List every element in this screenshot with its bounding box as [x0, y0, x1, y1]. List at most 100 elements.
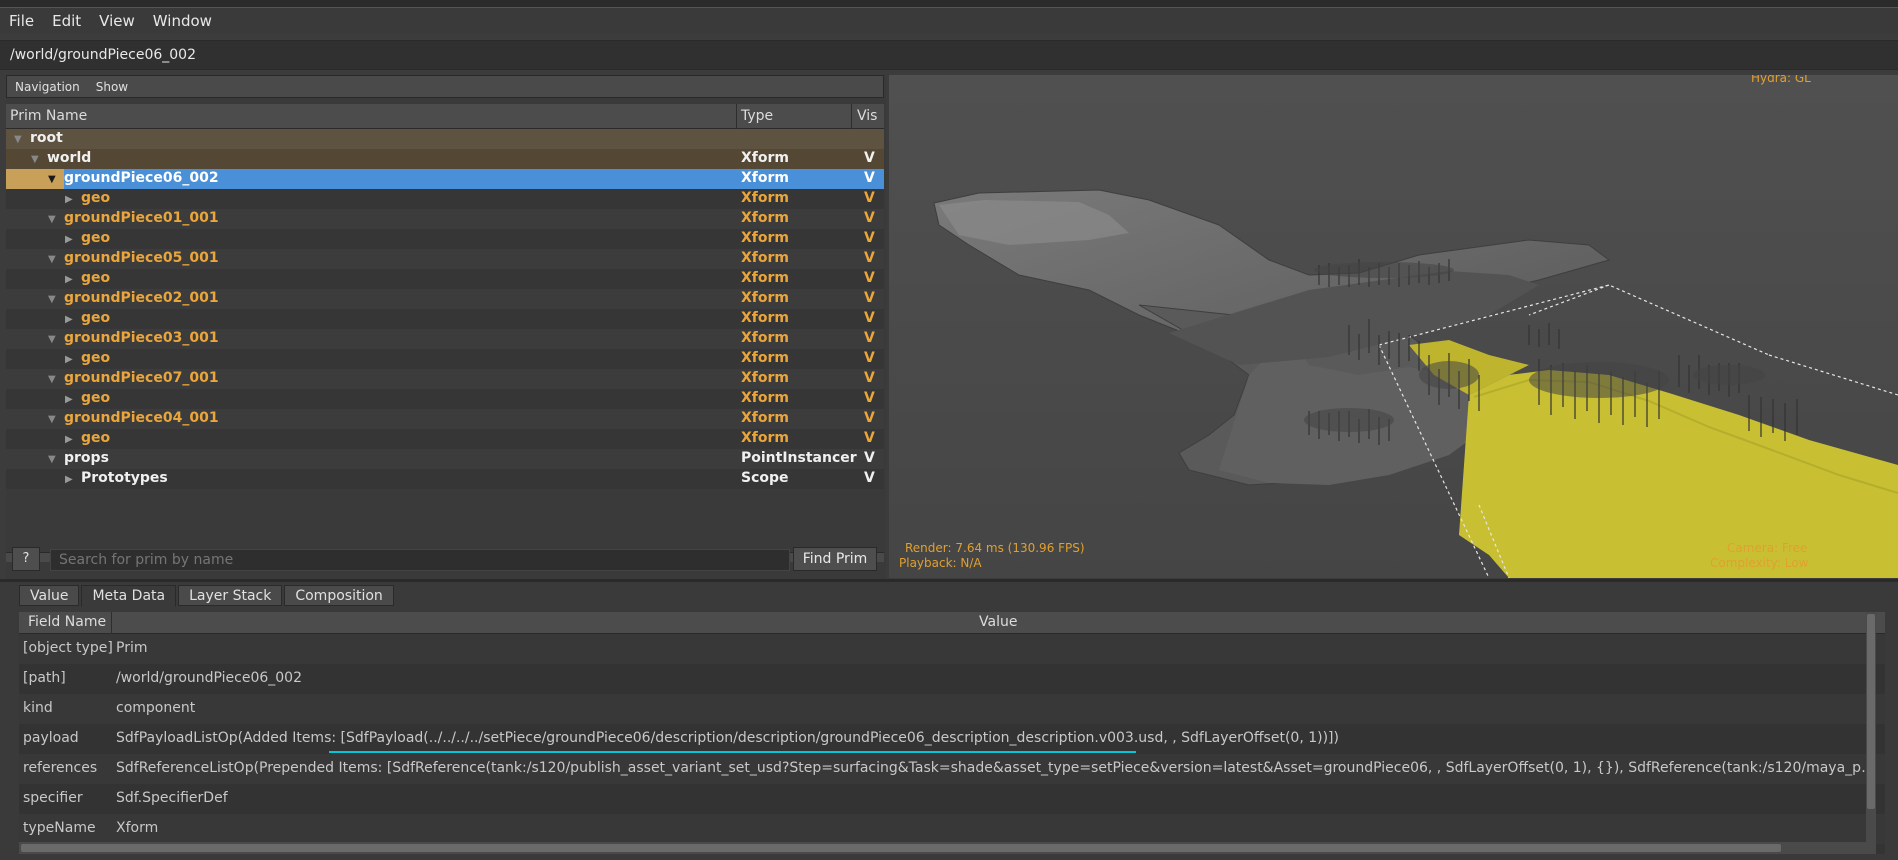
prim-visibility-toggle[interactable]: V	[864, 390, 875, 406]
prim-name: groundPiece01_001	[64, 210, 219, 226]
prim-visibility-toggle[interactable]: V	[864, 470, 875, 486]
expand-arrow-icon[interactable]: ▶	[65, 314, 73, 325]
prim-tree-row[interactable]: ▶ geo Xform V	[6, 429, 884, 449]
prim-type: Xform	[741, 170, 789, 186]
expand-arrow-icon[interactable]: ▶	[65, 274, 73, 285]
column-prim-name[interactable]: Prim Name	[10, 108, 87, 124]
prim-tree-row[interactable]: ▶ geo Xform V	[6, 229, 884, 249]
prim-tree-row[interactable]: ▶ geo Xform V	[6, 309, 884, 329]
metadata-field-name: [object type]	[23, 640, 113, 656]
prim-tree-row[interactable]: ▼ groundPiece05_001 Xform V	[6, 249, 884, 269]
prim-tree-row[interactable]: ▼ groundPiece02_001 Xform V	[6, 289, 884, 309]
scene-render	[889, 75, 1898, 578]
menu-view[interactable]: View	[90, 12, 144, 30]
prim-visibility-toggle[interactable]: V	[864, 290, 875, 306]
prim-tree-row[interactable]: ▶ Prototypes Scope V	[6, 469, 884, 489]
renderer-label: Hydra: GL	[1751, 75, 1811, 85]
menu-file[interactable]: File	[0, 12, 43, 30]
expand-arrow-icon[interactable]: ▶	[65, 354, 73, 365]
collapse-arrow-icon[interactable]: ▼	[48, 454, 56, 465]
expand-arrow-icon[interactable]: ▶	[65, 474, 73, 485]
prim-tree-row[interactable]: ▼ root	[6, 129, 884, 149]
prim-visibility-toggle[interactable]: V	[864, 450, 875, 466]
prim-visibility-toggle[interactable]: V	[864, 230, 875, 246]
metadata-vscroll-thumb[interactable]	[1867, 614, 1875, 809]
metadata-hscroll-thumb[interactable]	[21, 844, 1781, 852]
prim-tree-row[interactable]: ▼ groundPiece07_001 Xform V	[6, 369, 884, 389]
prim-visibility-toggle[interactable]: V	[864, 370, 875, 386]
prim-type: Xform	[741, 350, 789, 366]
prim-tree-row[interactable]: ▼ props PointInstancer V	[6, 449, 884, 469]
collapse-arrow-icon[interactable]: ▼	[48, 174, 56, 185]
prim-tree-row[interactable]: ▶ geo Xform V	[6, 269, 884, 289]
metadata-vscrollbar[interactable]	[1866, 612, 1876, 854]
collapse-arrow-icon[interactable]: ▼	[31, 154, 39, 165]
prim-path-field[interactable]: /world/groundPiece06_002	[0, 40, 1898, 70]
collapse-arrow-icon[interactable]: ▼	[48, 414, 56, 425]
prim-visibility-toggle[interactable]: V	[864, 150, 875, 166]
prim-tree-row[interactable]: ▼ groundPiece01_001 Xform V	[6, 209, 884, 229]
collapse-arrow-icon[interactable]: ▼	[48, 374, 56, 385]
prim-type: Scope	[741, 470, 789, 486]
prim-tree-row[interactable]: ▶ geo Xform V	[6, 389, 884, 409]
tab-layer-stack[interactable]: Layer Stack	[178, 585, 283, 606]
metadata-row[interactable]: kind component	[19, 694, 1885, 724]
prim-name: geo	[81, 350, 111, 366]
prim-tree-row[interactable]: ▶ geo Xform V	[6, 189, 884, 209]
prim-visibility-toggle[interactable]: V	[864, 430, 875, 446]
tab-value[interactable]: Value	[19, 585, 80, 606]
expand-arrow-icon[interactable]: ▶	[65, 234, 73, 245]
prim-tree-header: Prim Name Type Vis	[6, 104, 884, 129]
menu-edit[interactable]: Edit	[43, 12, 90, 30]
prim-visibility-toggle[interactable]: V	[864, 310, 875, 326]
collapse-arrow-icon[interactable]: ▼	[48, 294, 56, 305]
collapse-arrow-icon[interactable]: ▼	[14, 134, 22, 145]
expand-arrow-icon[interactable]: ▶	[65, 394, 73, 405]
metadata-row[interactable]: payload SdfPayloadListOp(Added Items: [Sd…	[19, 724, 1885, 754]
prim-tree-row[interactable]: ▼ world Xform V	[6, 149, 884, 169]
prim-visibility-toggle[interactable]: V	[864, 410, 875, 426]
search-input[interactable]	[50, 549, 790, 571]
expand-arrow-icon[interactable]: ▶	[65, 434, 73, 445]
column-vis[interactable]: Vis	[857, 108, 877, 124]
prim-visibility-toggle[interactable]: V	[864, 330, 875, 346]
collapse-arrow-icon[interactable]: ▼	[48, 214, 56, 225]
prim-tree-row[interactable]: ▼ groundPiece03_001 Xform V	[6, 329, 884, 349]
metadata-row[interactable]: [object type] Prim	[19, 634, 1885, 664]
metadata-value: SdfReferenceListOp(Prepended Items: [Sdf…	[116, 760, 1878, 776]
metadata-row[interactable]: references SdfReferenceListOp(Prepended I…	[19, 754, 1885, 784]
metadata-hscrollbar[interactable]	[19, 842, 1876, 854]
metadata-value: Sdf.SpecifierDef	[116, 790, 228, 806]
metadata-row[interactable]: [path] /world/groundPiece06_002	[19, 664, 1885, 694]
prim-visibility-toggle[interactable]: V	[864, 250, 875, 266]
prim-visibility-toggle[interactable]: V	[864, 210, 875, 226]
prim-name: geo	[81, 310, 111, 326]
column-value[interactable]: Value	[979, 614, 1017, 630]
menu-window[interactable]: Window	[144, 12, 221, 30]
prim-type: Xform	[741, 290, 789, 306]
find-prim-button[interactable]: Find Prim	[793, 547, 877, 571]
expand-arrow-icon[interactable]: ▶	[65, 194, 73, 205]
prim-name: groundPiece05_001	[64, 250, 219, 266]
collapse-arrow-icon[interactable]: ▼	[48, 334, 56, 345]
3d-viewport[interactable]: Hydra: GL Render: 7.64 ms (130.96 FPS) P…	[889, 75, 1898, 578]
metadata-row[interactable]: typeName Xform	[19, 814, 1885, 844]
prim-visibility-toggle[interactable]: V	[864, 350, 875, 366]
search-help-button[interactable]: ?	[12, 547, 40, 571]
column-type[interactable]: Type	[741, 108, 773, 124]
prim-visibility-toggle[interactable]: V	[864, 190, 875, 206]
tab-meta-data[interactable]: Meta Data	[81, 585, 177, 607]
metadata-row[interactable]: specifier Sdf.SpecifierDef	[19, 784, 1885, 814]
metadata-field-name: kind	[23, 700, 53, 716]
prim-tree-row[interactable]: ▼ groundPiece04_001 Xform V	[6, 409, 884, 429]
menu-navigation[interactable]: Navigation	[15, 80, 80, 94]
tab-composition[interactable]: Composition	[284, 585, 394, 606]
prim-visibility-toggle[interactable]: V	[864, 270, 875, 286]
column-field-name[interactable]: Field Name	[28, 614, 106, 630]
prim-tree-row[interactable]: ▶ geo Xform V	[6, 349, 884, 369]
prim-visibility-toggle[interactable]: V	[864, 170, 875, 186]
prim-tree-row[interactable]: ▼ groundPiece06_002 Xform V	[6, 169, 884, 189]
collapse-arrow-icon[interactable]: ▼	[48, 254, 56, 265]
prim-type: Xform	[741, 330, 789, 346]
menu-show[interactable]: Show	[96, 80, 128, 94]
